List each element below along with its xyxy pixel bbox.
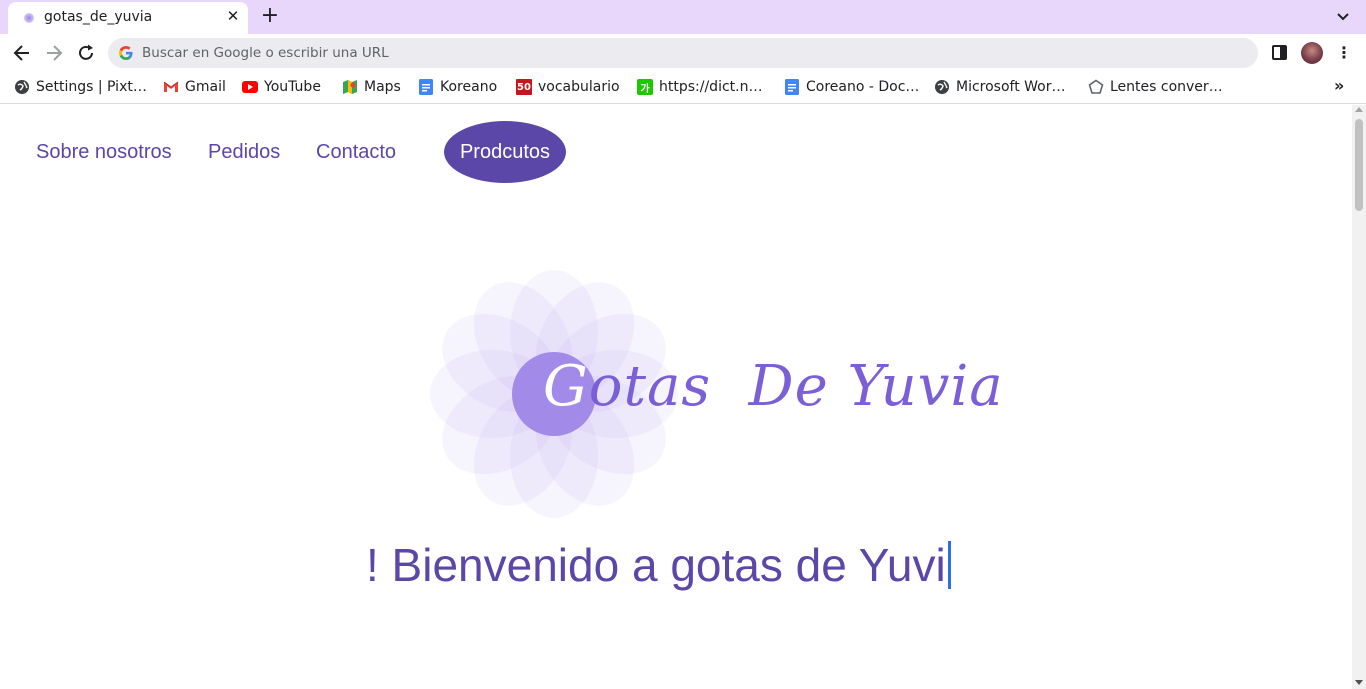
scroll-down-arrow-icon[interactable] xyxy=(1355,680,1363,685)
site-logo: Gotas De Yuvia xyxy=(430,270,1003,520)
bookmark-dict[interactable]: 가 https://dict.n… xyxy=(637,77,762,97)
fifty-icon: 50 xyxy=(516,79,532,95)
tab-strip: gotas_de_yuvia ✕ + xyxy=(0,0,1366,34)
nav-link-sobre-nosotros[interactable]: Sobre nosotros xyxy=(36,141,172,164)
nav-button-productos[interactable]: Prodcutos xyxy=(444,121,566,183)
bookmark-label: Koreano xyxy=(440,79,498,95)
bookmark-lentes[interactable]: Lentes conver… xyxy=(1088,77,1223,97)
bookmark-coreano-doc[interactable]: Coreano - Doc… xyxy=(784,77,919,97)
logo-rest: otas De Yuvia xyxy=(588,354,1004,419)
naver-dict-icon: 가 xyxy=(637,79,653,95)
new-tab-button[interactable]: + xyxy=(259,5,281,28)
close-tab-icon[interactable]: ✕ xyxy=(225,8,241,24)
page-viewport: Sobre nosotros Pedidos Contacto Prodcuto… xyxy=(0,105,1352,689)
bookmark-label: Maps xyxy=(364,79,401,95)
youtube-icon xyxy=(242,79,258,95)
bookmark-label: Coreano - Doc… xyxy=(806,79,920,95)
back-arrow-icon[interactable] xyxy=(12,43,32,63)
kebab-menu-icon[interactable]: ⋮ xyxy=(1336,44,1352,62)
tab-title: gotas_de_yuvia xyxy=(44,9,153,25)
bookmark-label: Lentes conver… xyxy=(1110,79,1223,95)
bookmark-settings[interactable]: Settings | Pixt… xyxy=(14,77,147,97)
bookmark-koreano[interactable]: Koreano xyxy=(418,77,497,97)
bookmarks-overflow-button[interactable]: » xyxy=(1334,76,1344,95)
logo-text: Gotas De Yuvia xyxy=(543,354,1004,419)
gmail-icon xyxy=(163,79,179,95)
browser-toolbar: Buscar en Google o escribir una URL ⋮ xyxy=(0,34,1366,72)
maps-icon xyxy=(342,79,358,95)
bookmark-label: vocabulario xyxy=(538,79,620,95)
bookmark-label: Gmail xyxy=(185,79,226,95)
side-panel-icon[interactable] xyxy=(1272,45,1287,60)
bookmark-label: Settings | Pixt… xyxy=(36,79,147,95)
bookmark-gmail[interactable]: Gmail xyxy=(163,77,226,97)
google-g-icon xyxy=(119,46,133,60)
typing-caret xyxy=(947,541,951,589)
logo-initial: G xyxy=(543,354,589,419)
globe-icon xyxy=(934,79,950,95)
nav-link-contacto[interactable]: Contacto xyxy=(316,141,396,164)
scroll-up-arrow-icon[interactable] xyxy=(1355,107,1363,112)
welcome-text: ! Bienvenido a gotas de Yuvi xyxy=(366,539,946,591)
bookmark-label: https://dict.n… xyxy=(659,79,763,95)
reload-icon[interactable] xyxy=(76,43,96,63)
bookmark-vocabulario[interactable]: 50 vocabulario xyxy=(516,77,620,97)
gotas-favicon-icon xyxy=(24,13,34,23)
page-scrollbar[interactable] xyxy=(1352,105,1366,689)
nav-link-pedidos[interactable]: Pedidos xyxy=(208,141,280,164)
bookmark-youtube[interactable]: YouTube xyxy=(242,77,321,97)
bookmark-microsoft-word[interactable]: Microsoft Wor… xyxy=(934,77,1066,97)
scroll-thumb[interactable] xyxy=(1355,119,1363,211)
welcome-heading: ! Bienvenido a gotas de Yuvi xyxy=(366,538,951,592)
chevron-down-icon[interactable] xyxy=(1334,8,1352,26)
globe-icon xyxy=(14,79,30,95)
profile-avatar[interactable] xyxy=(1301,42,1323,64)
bookmark-label: YouTube xyxy=(264,79,321,95)
address-placeholder: Buscar en Google o escribir una URL xyxy=(142,45,389,61)
bookmark-label: Microsoft Wor… xyxy=(956,79,1066,95)
docs-icon xyxy=(784,79,800,95)
docs-icon xyxy=(418,79,434,95)
bookmarks-bar: Settings | Pixt… Gmail YouTube Maps Kore… xyxy=(0,72,1366,104)
browser-tab[interactable]: gotas_de_yuvia ✕ xyxy=(8,2,248,34)
bookmark-maps[interactable]: Maps xyxy=(342,77,401,97)
forward-arrow-icon[interactable] xyxy=(44,43,64,63)
address-bar[interactable]: Buscar en Google o escribir una URL xyxy=(108,38,1258,68)
pentagon-icon xyxy=(1088,79,1104,95)
